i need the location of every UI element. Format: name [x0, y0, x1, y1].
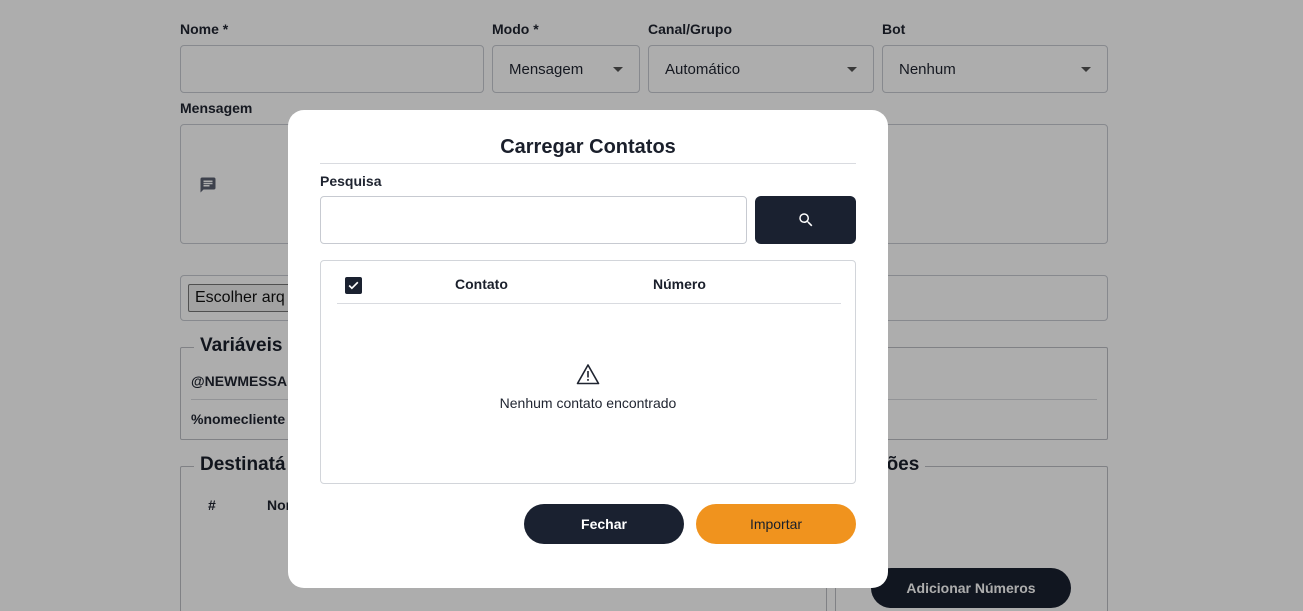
search-input[interactable]: [320, 196, 747, 244]
modal-title: Carregar Contatos: [500, 136, 676, 158]
table-header: Contato Número: [337, 261, 841, 304]
column-header-contact: Contato: [455, 276, 508, 292]
search-icon: [798, 213, 812, 227]
search-button[interactable]: [755, 196, 856, 244]
check-icon: [348, 281, 359, 290]
column-header-number: Número: [653, 276, 706, 292]
empty-state-message: Nenhum contato encontrado: [499, 395, 677, 411]
load-contacts-modal: Carregar Contatos Pesquisa Contato Númer…: [288, 110, 888, 588]
warning-icon: [576, 364, 600, 385]
contacts-table: Contato Número Nenhum contato encontrado: [320, 260, 856, 484]
divider: [320, 163, 856, 164]
import-button[interactable]: Importar: [696, 504, 856, 544]
close-button[interactable]: Fechar: [524, 504, 684, 544]
select-all-checkbox[interactable]: [345, 277, 362, 294]
search-label: Pesquisa: [320, 173, 382, 189]
